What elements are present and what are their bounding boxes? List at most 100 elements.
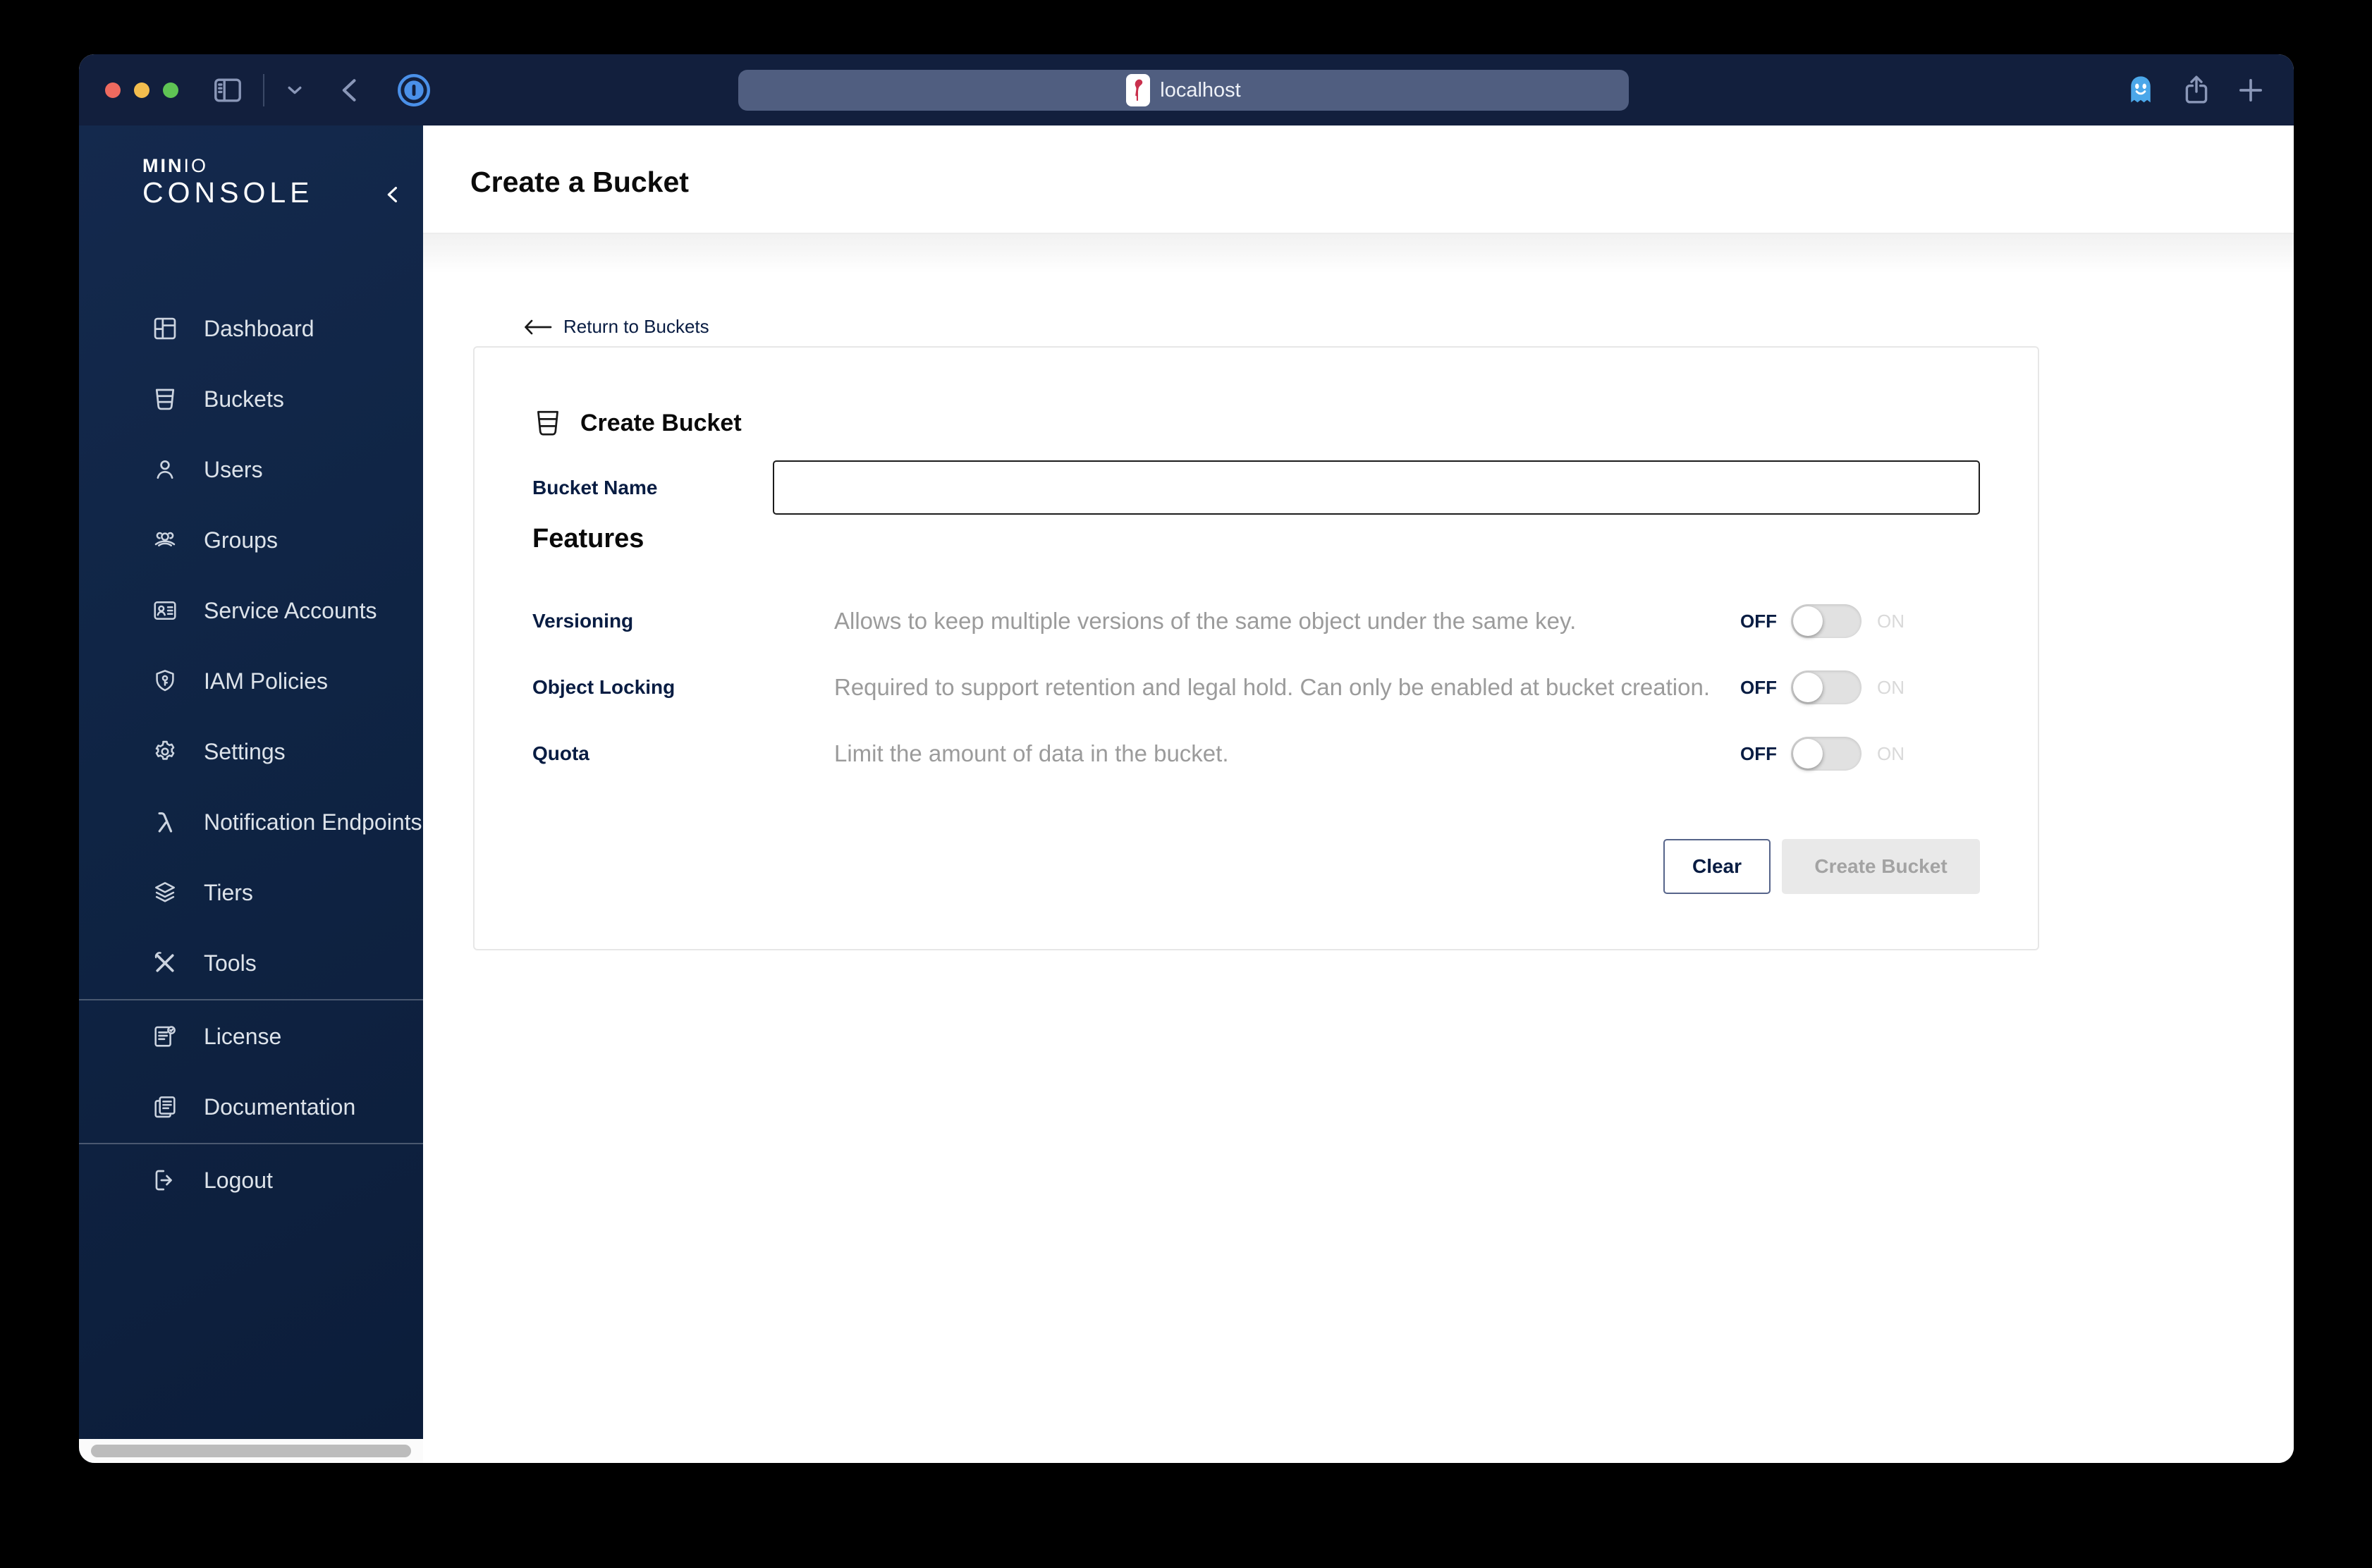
share-icon[interactable] (2180, 73, 2213, 107)
versioning-toggle-group: OFF ON (1740, 604, 1905, 638)
logout-icon (155, 1170, 172, 1191)
sidebar-item-groups[interactable]: Groups (79, 505, 423, 575)
logo-minio: MINIO (142, 155, 209, 176)
sidebar-scrollbar-track (79, 1439, 423, 1463)
layers-icon (155, 882, 175, 902)
chevron-down-icon[interactable] (283, 78, 307, 102)
traffic-lights (79, 82, 178, 98)
sidebar-item-logout[interactable]: Logout (79, 1145, 423, 1215)
toggle-off-label: OFF (1740, 742, 1777, 764)
object-locking-toggle-group: OFF ON (1740, 670, 1905, 704)
onepassword-extension-icon[interactable] (396, 72, 432, 109)
shield-key-icon (156, 670, 174, 692)
return-link-label: Return to Buckets (563, 316, 709, 337)
bucket-icon (537, 410, 558, 436)
sidebar-divider (79, 999, 423, 1000)
sidebar-item-buckets[interactable]: Buckets (79, 364, 423, 434)
lambda-icon (158, 812, 173, 833)
toolbar-divider (263, 73, 264, 106)
address-url: localhost (1160, 78, 1241, 102)
close-window-button[interactable] (105, 82, 121, 98)
toggle-knob (1793, 739, 1823, 768)
object-locking-label: Object Locking (532, 676, 675, 698)
back-button-icon[interactable] (335, 75, 366, 106)
bucket-name-input[interactable] (773, 460, 1980, 515)
main-panel: Create a Bucket Return to Buckets Create… (423, 125, 2294, 1463)
create-bucket-button[interactable]: Create Bucket (1782, 839, 1980, 894)
page-header: Create a Bucket (423, 125, 2294, 234)
groups-icon (154, 532, 176, 547)
sidebar-item-dashboard[interactable]: Dashboard (79, 293, 423, 364)
sidebar-item-service-accounts[interactable]: Service Accounts (79, 575, 423, 646)
versioning-label: Versioning (532, 610, 634, 632)
sidebar-item-documentation[interactable]: Documentation (79, 1072, 423, 1142)
site-favicon (1126, 74, 1151, 106)
minimize-window-button[interactable] (134, 82, 149, 98)
sidebar-item-label: IAM Policies (204, 668, 329, 694)
tools-icon (154, 952, 174, 972)
ghostery-extension-icon[interactable] (2123, 73, 2158, 108)
sidebar-item-label: Tools (204, 950, 257, 976)
quota-description: Limit the amount of data in the bucket. (834, 740, 1229, 766)
card-title: Create Bucket (580, 409, 742, 436)
toggle-knob (1793, 673, 1823, 702)
page-content: Return to Buckets Create Bucket Bucket N… (423, 234, 2294, 1463)
sidebar-item-label: Users (204, 456, 263, 482)
features-list: Versioning Allows to keep multiple versi… (532, 588, 1980, 787)
browser-titlebar: localhost (79, 54, 2294, 125)
sidebar-item-tools[interactable]: Tools (79, 928, 423, 998)
gear-icon (155, 740, 175, 760)
sidebar-item-label: Dashboard (204, 315, 314, 341)
return-to-buckets-link[interactable]: Return to Buckets (523, 316, 709, 338)
sidebar-divider (79, 1143, 423, 1144)
sidebar-item-settings[interactable]: Settings (79, 716, 423, 787)
quota-toggle-group: OFF ON (1740, 737, 1905, 771)
sidebar-item-label: License (204, 1023, 282, 1049)
horizontal-scrollbar-thumb[interactable] (91, 1445, 411, 1457)
features-heading: Features (532, 524, 644, 553)
object-locking-description: Required to support retention and legal … (834, 674, 1711, 700)
sidebar-item-iam-policies[interactable]: IAM Policies (79, 646, 423, 716)
object-locking-toggle[interactable] (1791, 670, 1861, 704)
user-icon (157, 460, 173, 479)
sidebar-item-tiers[interactable]: Tiers (79, 857, 423, 928)
sidebar-item-license[interactable]: License (79, 1001, 423, 1072)
id-card-icon (154, 601, 176, 620)
sidebar-item-users[interactable]: Users (79, 434, 423, 505)
license-icon (154, 1026, 176, 1047)
toggle-on-label: ON (1877, 676, 1905, 698)
feature-row-object-locking: Object Locking Required to support reten… (532, 654, 1980, 721)
sidebar-collapse-chevron-icon[interactable] (379, 180, 407, 209)
bucket-name-label: Bucket Name (532, 476, 658, 498)
sidebar-item-label: Tiers (204, 879, 253, 905)
card-actions: Clear Create Bucket (532, 839, 1980, 894)
quota-toggle[interactable] (1791, 737, 1861, 771)
sidebar-item-label: Buckets (204, 386, 284, 412)
toggle-on-label: ON (1877, 610, 1905, 632)
sidebar-item-label: Notification Endpoints (204, 809, 422, 835)
feature-row-versioning: Versioning Allows to keep multiple versi… (532, 588, 1980, 654)
sidebar-item-label: Service Accounts (204, 597, 377, 623)
page-title: Create a Bucket (470, 165, 689, 198)
zoom-window-button[interactable] (163, 82, 178, 98)
versioning-description: Allows to keep multiple versions of the … (834, 608, 1577, 634)
documentation-icon (154, 1096, 176, 1118)
quota-label: Quota (532, 742, 589, 764)
new-tab-plus-icon[interactable] (2235, 74, 2267, 106)
versioning-toggle[interactable] (1791, 604, 1861, 638)
sidebar-item-label: Logout (204, 1167, 273, 1193)
sidebar-item-notification-endpoints[interactable]: Notification Endpoints (79, 787, 423, 857)
dashboard-icon (154, 317, 176, 340)
browser-window: localhost MINIO CONSOLE Dashboard Bucket… (79, 54, 2294, 1463)
feature-row-quota: Quota Limit the amount of data in the bu… (532, 721, 1980, 787)
sidebar-nav: Dashboard Buckets Users Groups Service A… (79, 293, 423, 1215)
sidebar-item-label: Settings (204, 738, 286, 764)
address-bar[interactable]: localhost (738, 70, 1629, 111)
card-title-row: Create Bucket (532, 407, 1980, 439)
bucket-name-row: Bucket Name (532, 460, 1980, 515)
back-arrow-icon (525, 319, 552, 334)
sidebar-toggle-icon[interactable] (211, 73, 245, 107)
bucket-icon (155, 388, 175, 410)
sidebar-item-label: Documentation (204, 1094, 356, 1120)
clear-button[interactable]: Clear (1663, 839, 1771, 894)
